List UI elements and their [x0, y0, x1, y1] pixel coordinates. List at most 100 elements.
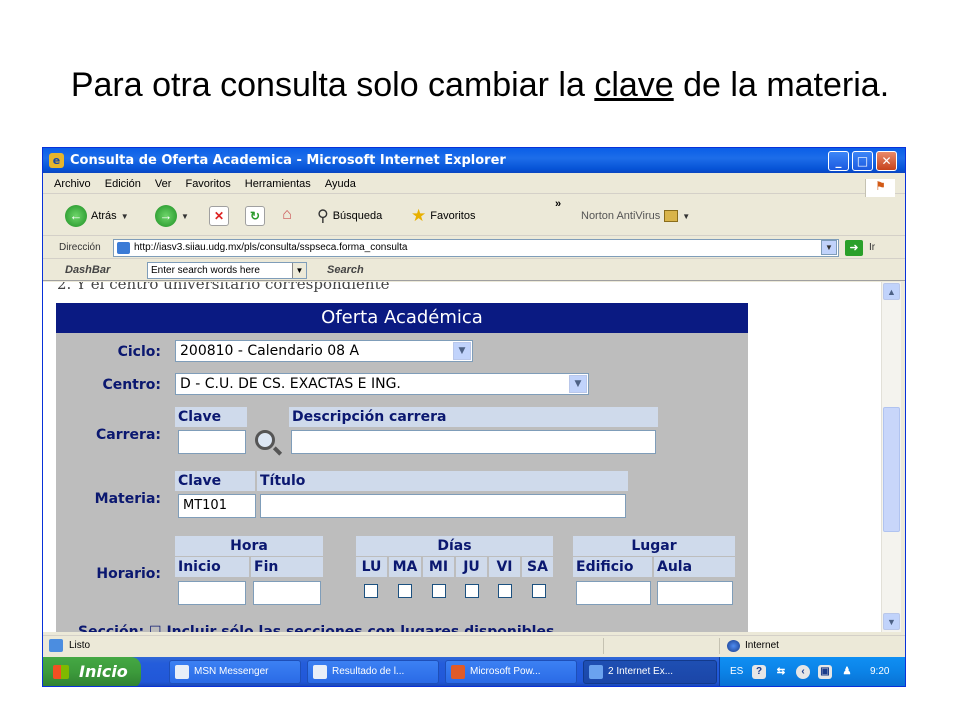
favorites-label: Favoritos: [430, 210, 476, 222]
address-bar: Dirección http://iasv3.siiau.udg.mx/pls/…: [43, 237, 905, 259]
task-resultado[interactable]: Resultado de l...: [307, 660, 439, 684]
start-button[interactable]: Inicio: [43, 657, 141, 686]
menu-ayuda[interactable]: Ayuda: [325, 178, 356, 190]
back-dropdown-icon[interactable]: ▼: [121, 212, 129, 221]
materia-titulo-input[interactable]: [260, 494, 626, 518]
norton-dropdown-icon[interactable]: ▼: [682, 212, 690, 221]
dashbar-placeholder: Enter search words here: [151, 265, 260, 276]
edificio-header: Edificio: [573, 557, 652, 577]
start-label: Inicio: [79, 662, 128, 681]
materia-label: Materia:: [94, 491, 161, 507]
ie-icon: [589, 665, 603, 679]
dia-lu-header: LU: [356, 557, 387, 577]
carrera-descripcion-input[interactable]: [291, 430, 656, 454]
favorites-button[interactable]: ★ Favoritos: [411, 204, 476, 228]
ie-page-icon: e: [49, 153, 64, 168]
task-msn-messenger[interactable]: MSN Messenger: [169, 660, 301, 684]
centro-select[interactable]: D - C.U. DE CS. EXACTAS E ING. ▼: [175, 373, 589, 395]
forward-button[interactable]: → ▼: [155, 204, 189, 228]
address-dropdown-icon[interactable]: ▼: [821, 240, 837, 255]
magnifier-search-icon[interactable]: [255, 430, 275, 450]
carrera-clave-header: Clave: [175, 407, 247, 427]
scroll-thumb[interactable]: [883, 407, 900, 532]
dia-ju-checkbox[interactable]: [465, 584, 479, 598]
centro-value: D - C.U. DE CS. EXACTAS E ING.: [180, 376, 401, 392]
aula-input[interactable]: [657, 581, 733, 605]
task-powerpoint[interactable]: Microsoft Pow...: [445, 660, 577, 684]
dia-ma-header: MA: [389, 557, 421, 577]
page-content: 2. Y el centro universitario correspondi…: [43, 282, 881, 632]
ciclo-value: 200810 - Calendario 08 A: [180, 343, 360, 359]
ciclo-dropdown-icon[interactable]: ▼: [453, 342, 471, 360]
ciclo-label: Ciclo:: [117, 344, 161, 360]
refresh-button[interactable]: ↻: [245, 204, 265, 228]
maximize-button[interactable]: □: [852, 151, 873, 171]
language-indicator[interactable]: ES: [730, 666, 743, 677]
stop-button[interactable]: ✕: [209, 204, 229, 228]
form-title: Oferta Académica: [56, 303, 748, 333]
taskbar: Inicio MSN Messenger Resultado de l... M…: [43, 657, 905, 686]
document-icon: [313, 665, 327, 679]
edificio-input[interactable]: [576, 581, 651, 605]
dia-ma-checkbox[interactable]: [398, 584, 412, 598]
system-tray: ES ? ⇆ ‹ ▣ ♟ 9:20: [719, 657, 905, 686]
hora-fin-input[interactable]: [253, 581, 321, 605]
page-icon: [117, 242, 130, 254]
ciclo-select[interactable]: 200810 - Calendario 08 A ▼: [175, 340, 473, 362]
task-internet-explorer[interactable]: 2 Internet Ex...: [583, 660, 717, 684]
carrera-descripcion-header: Descripción carrera: [289, 407, 658, 427]
ie-window: e Consulta de Oferta Academica - Microso…: [42, 147, 906, 687]
carrera-clave-input[interactable]: [178, 430, 246, 454]
menu-ver[interactable]: Ver: [155, 178, 172, 190]
dashbar-search-input[interactable]: Enter search words here ▼: [147, 262, 307, 279]
window-titlebar[interactable]: e Consulta de Oferta Academica - Microso…: [43, 148, 905, 173]
users-icon[interactable]: ♟: [840, 665, 854, 679]
toolbar-chevron[interactable]: »: [555, 198, 561, 210]
carrera-label: Carrera:: [96, 427, 161, 443]
home-button[interactable]: ⌂: [277, 204, 297, 228]
display-icon[interactable]: ▣: [818, 665, 832, 679]
dia-vi-checkbox[interactable]: [498, 584, 512, 598]
dashbar-search-button[interactable]: Search: [327, 264, 364, 276]
task-label: 2 Internet Ex...: [608, 666, 674, 677]
dashbar-logo[interactable]: DashBar: [65, 264, 110, 276]
menu-archivo[interactable]: Archivo: [54, 178, 91, 190]
centro-dropdown-icon[interactable]: ▼: [569, 375, 587, 393]
materia-clave-input[interactable]: MT101: [178, 494, 256, 518]
dashbar-toolbar: DashBar Enter search words here ▼ Search: [43, 260, 905, 281]
centro-label: Centro:: [102, 377, 161, 393]
search-button[interactable]: ⚲ Búsqueda: [317, 204, 382, 228]
search-icon: ⚲: [317, 208, 329, 225]
dia-sa-checkbox[interactable]: [532, 584, 546, 598]
task-label: MSN Messenger: [194, 666, 269, 677]
forward-dropdown-icon[interactable]: ▼: [181, 212, 189, 221]
menu-favoritos[interactable]: Favoritos: [185, 178, 230, 190]
title-part-1: Para otra consulta solo cambiar la: [70, 66, 595, 104]
dashbar-dropdown-icon[interactable]: ▼: [292, 263, 306, 278]
norton-antivirus-button[interactable]: Norton AntiVirus ▼: [581, 204, 690, 228]
dia-sa-header: SA: [522, 557, 553, 577]
go-arrow-icon[interactable]: ➜: [845, 240, 863, 256]
dia-lu-checkbox[interactable]: [364, 584, 378, 598]
task-label: Microsoft Pow...: [470, 666, 541, 677]
menu-herramientas[interactable]: Herramientas: [245, 178, 311, 190]
help-icon[interactable]: ?: [752, 665, 766, 679]
hora-inicio-input[interactable]: [178, 581, 246, 605]
address-input[interactable]: http://iasv3.siiau.udg.mx/pls/consulta/s…: [113, 239, 839, 257]
scroll-down-icon[interactable]: ▼: [883, 613, 900, 630]
dia-mi-checkbox[interactable]: [432, 584, 446, 598]
back-label: Atrás: [91, 210, 117, 222]
minimize-button[interactable]: _: [828, 151, 849, 171]
back-button[interactable]: ← Atrás ▼: [65, 204, 129, 228]
menu-edicion[interactable]: Edición: [105, 178, 141, 190]
close-button[interactable]: ✕: [876, 151, 897, 171]
msn-tray-icon[interactable]: ‹: [796, 665, 810, 679]
standard-toolbar: ← Atrás ▼ → ▼ ✕ ↻ ⌂ ⚲ Búsqueda ★ Favorit…: [43, 196, 905, 236]
seccion-row-cut: Sección: ☐ Incluir sólo las secciones co…: [78, 624, 555, 632]
stop-icon: ✕: [209, 206, 229, 226]
norton-icon: [664, 210, 679, 222]
go-button[interactable]: Ir: [869, 242, 875, 253]
network-icon[interactable]: ⇆: [774, 665, 788, 679]
scroll-up-icon[interactable]: ▲: [883, 283, 900, 300]
vertical-scrollbar[interactable]: ▲ ▼: [881, 282, 901, 632]
